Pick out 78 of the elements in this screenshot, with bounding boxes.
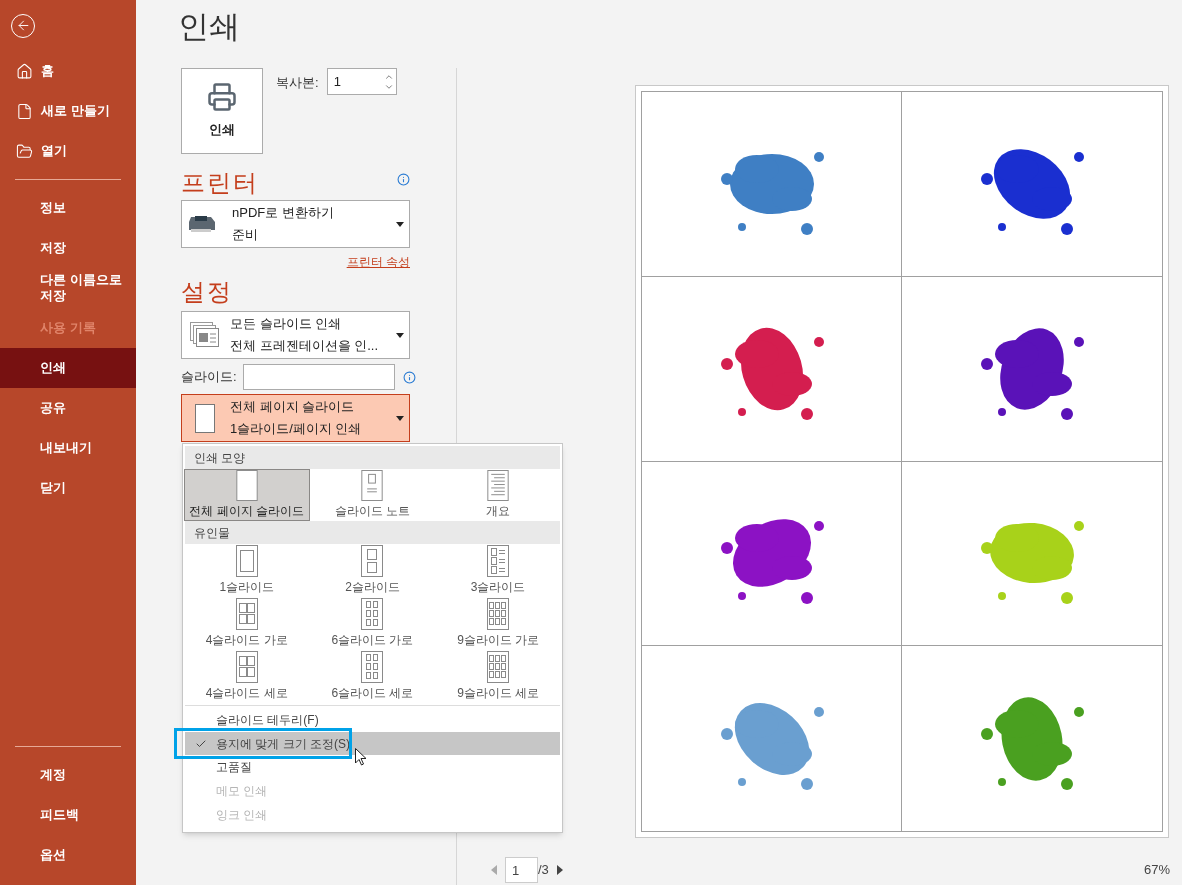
layout-icon [487, 651, 510, 683]
page-number-input[interactable]: 1 [505, 857, 538, 883]
printer-heading: 프린터 [181, 168, 259, 198]
copies-spinner[interactable]: 1 [326, 68, 397, 95]
page-icon [195, 403, 215, 433]
printer-status: 준비 [232, 226, 259, 244]
sidebar-item[interactable]: 새로 만들기 [0, 91, 136, 131]
layout-icon [487, 598, 510, 630]
sidebar-item[interactable]: 홈 [0, 51, 136, 91]
layout-option[interactable]: 9슬라이드 세로 [435, 650, 561, 703]
layout-option[interactable]: 9슬라이드 가로 [435, 597, 561, 650]
slides-label: 슬라이드: [181, 368, 238, 387]
layout-icon [235, 545, 258, 577]
menu-toggle-item[interactable]: 슬라이드 테두리(F) [185, 708, 560, 732]
layout-option[interactable]: 2슬라이드 [309, 544, 436, 597]
sidebar-item[interactable]: 계정 [0, 755, 136, 795]
sidebar-item[interactable]: 내보내기 [0, 428, 136, 468]
layout-icon [361, 651, 384, 683]
caret-icon [396, 332, 404, 338]
sidebar-item[interactable]: 저장 [0, 228, 136, 268]
layout-icon [235, 470, 258, 501]
menu-toggle-item[interactable]: 용지에 맞게 크기 조정(S) [185, 732, 560, 755]
copies-label: 복사본: [276, 74, 319, 92]
dropdown-subtitle: 전체 프레젠테이션을 인... [230, 337, 380, 355]
printer-icon [207, 82, 237, 113]
layout-option[interactable]: 1슬라이드 [184, 544, 310, 597]
section-header: 유인물 [185, 521, 560, 544]
dropdown[interactable]: 모든 슬라이드 인쇄 전체 프레젠테이션을 인... [181, 311, 410, 359]
printer-icon [187, 214, 217, 234]
layout-option[interactable]: 슬라이드 노트 [309, 469, 436, 521]
layout-icon [487, 545, 510, 577]
layout-icon [361, 470, 384, 501]
sidebar-item[interactable]: 열기 [0, 131, 136, 171]
layout-option[interactable]: 4슬라이드 세로 [184, 650, 310, 703]
sidebar-item[interactable]: 피드백 [0, 795, 136, 835]
printer-properties-link[interactable]: 프린터 속성 [346, 253, 410, 271]
printer-dropdown[interactable]: nPDF로 변환하기 준비 [181, 200, 410, 248]
dropdown-subtitle: 1슬라이드/페이지 인쇄 [230, 420, 363, 438]
layout-option[interactable]: 전체 페이지 슬라이드 [184, 469, 310, 521]
dropdown-title: 전체 페이지 슬라이드 [230, 398, 356, 416]
layout-option[interactable]: 6슬라이드 가로 [309, 597, 436, 650]
mouse-pointer-icon [355, 748, 367, 766]
menu-toggle-item[interactable]: 고품질 [185, 755, 560, 779]
layout-option[interactable]: 개요 [435, 469, 561, 521]
zoom-level: 67% [1143, 861, 1170, 880]
sidebar-item[interactable]: 다른 이름으로 저장 [0, 268, 136, 308]
printer-name: nPDF로 변환하기 [232, 204, 335, 222]
sidebar-item[interactable]: 옵션 [0, 835, 136, 875]
dropdown-title: 모든 슬라이드 인쇄 [230, 315, 343, 333]
home-icon [16, 62, 33, 80]
print-button[interactable]: 인쇄 [181, 68, 263, 154]
file-icon [16, 102, 33, 120]
settings-heading: 설정 [181, 277, 234, 307]
layout-icon [235, 651, 258, 683]
layout-icon [487, 470, 510, 501]
sidebar-item[interactable]: 닫기 [0, 468, 136, 508]
info-icon[interactable] [397, 172, 410, 186]
layout-icon [361, 545, 384, 577]
layout-option[interactable]: 4슬라이드 가로 [184, 597, 310, 650]
caret-icon [396, 415, 404, 421]
folder-icon [16, 142, 33, 160]
layout-option[interactable]: 6슬라이드 세로 [309, 650, 436, 703]
sidebar-item[interactable]: 정보 [0, 188, 136, 228]
dropdown[interactable]: 전체 페이지 슬라이드 1슬라이드/페이지 인쇄 [181, 394, 410, 442]
slides-input[interactable] [243, 364, 395, 390]
previous-page-icon[interactable] [491, 865, 497, 875]
section-header: 인쇄 모양 [185, 446, 560, 469]
next-page-icon[interactable] [556, 865, 563, 875]
layout-option[interactable]: 3슬라이드 [435, 544, 561, 597]
page-title: 인쇄 [178, 7, 240, 46]
caret-icon [396, 221, 404, 227]
layout-icon [361, 598, 384, 630]
sidebar-item[interactable]: 인쇄 [0, 348, 136, 388]
slides-stack-icon [190, 322, 220, 348]
sidebar-item[interactable]: 공유 [0, 388, 136, 428]
page-total: /3 [538, 861, 549, 880]
layout-icon [235, 598, 258, 630]
info-icon[interactable] [403, 370, 416, 384]
